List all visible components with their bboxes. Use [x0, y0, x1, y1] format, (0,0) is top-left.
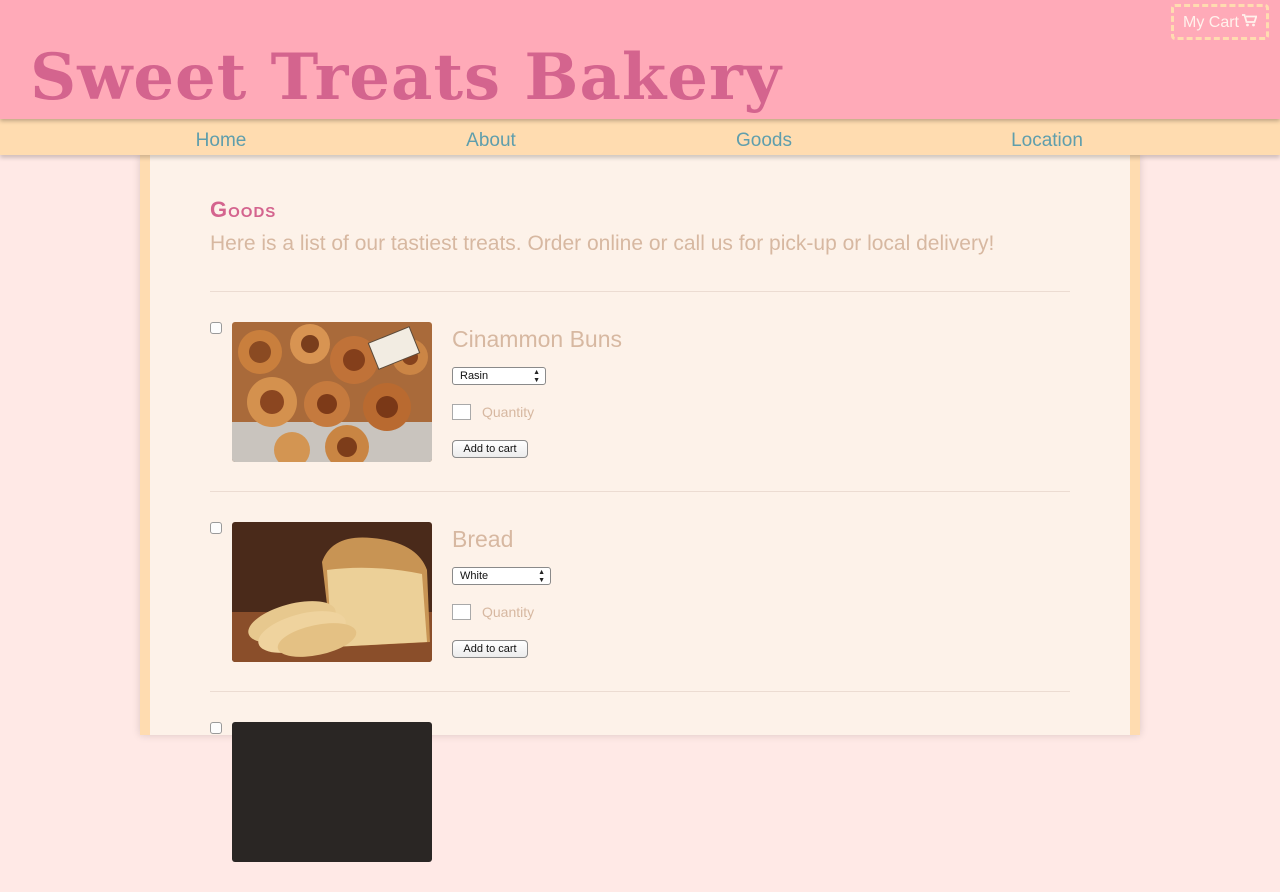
divider — [210, 491, 1070, 492]
product-select-checkbox[interactable] — [210, 722, 222, 734]
nav-location[interactable]: Location — [1011, 119, 1083, 163]
section-title: Goods — [210, 197, 277, 222]
cinnamon-buns-image — [232, 322, 432, 462]
nav-about[interactable]: About — [466, 119, 516, 163]
add-to-cart-button[interactable]: Add to cart — [452, 640, 528, 658]
main-nav: Home About Goods Location — [0, 119, 1280, 155]
quantity-label: Quantity — [482, 604, 535, 620]
variant-select-value: White — [460, 570, 489, 582]
nav-goods[interactable]: Goods — [736, 119, 792, 163]
variant-select-value: Rasin — [460, 370, 489, 382]
product-item — [210, 722, 1070, 892]
product-name: Bread — [452, 526, 514, 552]
divider — [210, 291, 1070, 292]
select-arrows-icon: ▲ ▼ — [533, 369, 540, 384]
bread-image — [232, 522, 432, 662]
site-header: Sweet Treats Bakery My Cart — [0, 0, 1280, 119]
divider — [210, 691, 1070, 692]
quantity-label: Quantity — [482, 404, 535, 420]
goods-content: Goods Here is a list of our tastiest tre… — [140, 155, 1140, 862]
variant-select[interactable]: White ▲ ▼ — [452, 567, 551, 585]
select-arrows-icon: ▲ ▼ — [538, 569, 545, 584]
quantity-input[interactable] — [452, 604, 471, 620]
product-item: Bread White ▲ ▼ Quantity Add to cart — [210, 522, 1070, 692]
shopping-cart-icon — [1242, 7, 1258, 39]
product-name: Cinammon Buns — [452, 326, 623, 352]
cart-label: My Cart — [1183, 14, 1239, 32]
quantity-input[interactable] — [452, 404, 471, 420]
site-title: Sweet Treats Bakery — [30, 40, 782, 115]
product-select-checkbox[interactable] — [210, 322, 222, 334]
variant-select[interactable]: Rasin ▲ ▼ — [452, 367, 546, 385]
add-to-cart-button[interactable]: Add to cart — [452, 440, 528, 458]
nav-home[interactable]: Home — [196, 119, 247, 163]
product-image — [232, 722, 432, 862]
product-item: Cinammon Buns Rasin ▲ ▼ Quantity Add to ca… — [210, 322, 1070, 492]
product-select-checkbox[interactable] — [210, 522, 222, 534]
my-cart-button[interactable]: My Cart — [1171, 4, 1269, 40]
section-intro: Here is a list of our tastiest treats. O… — [210, 232, 995, 255]
